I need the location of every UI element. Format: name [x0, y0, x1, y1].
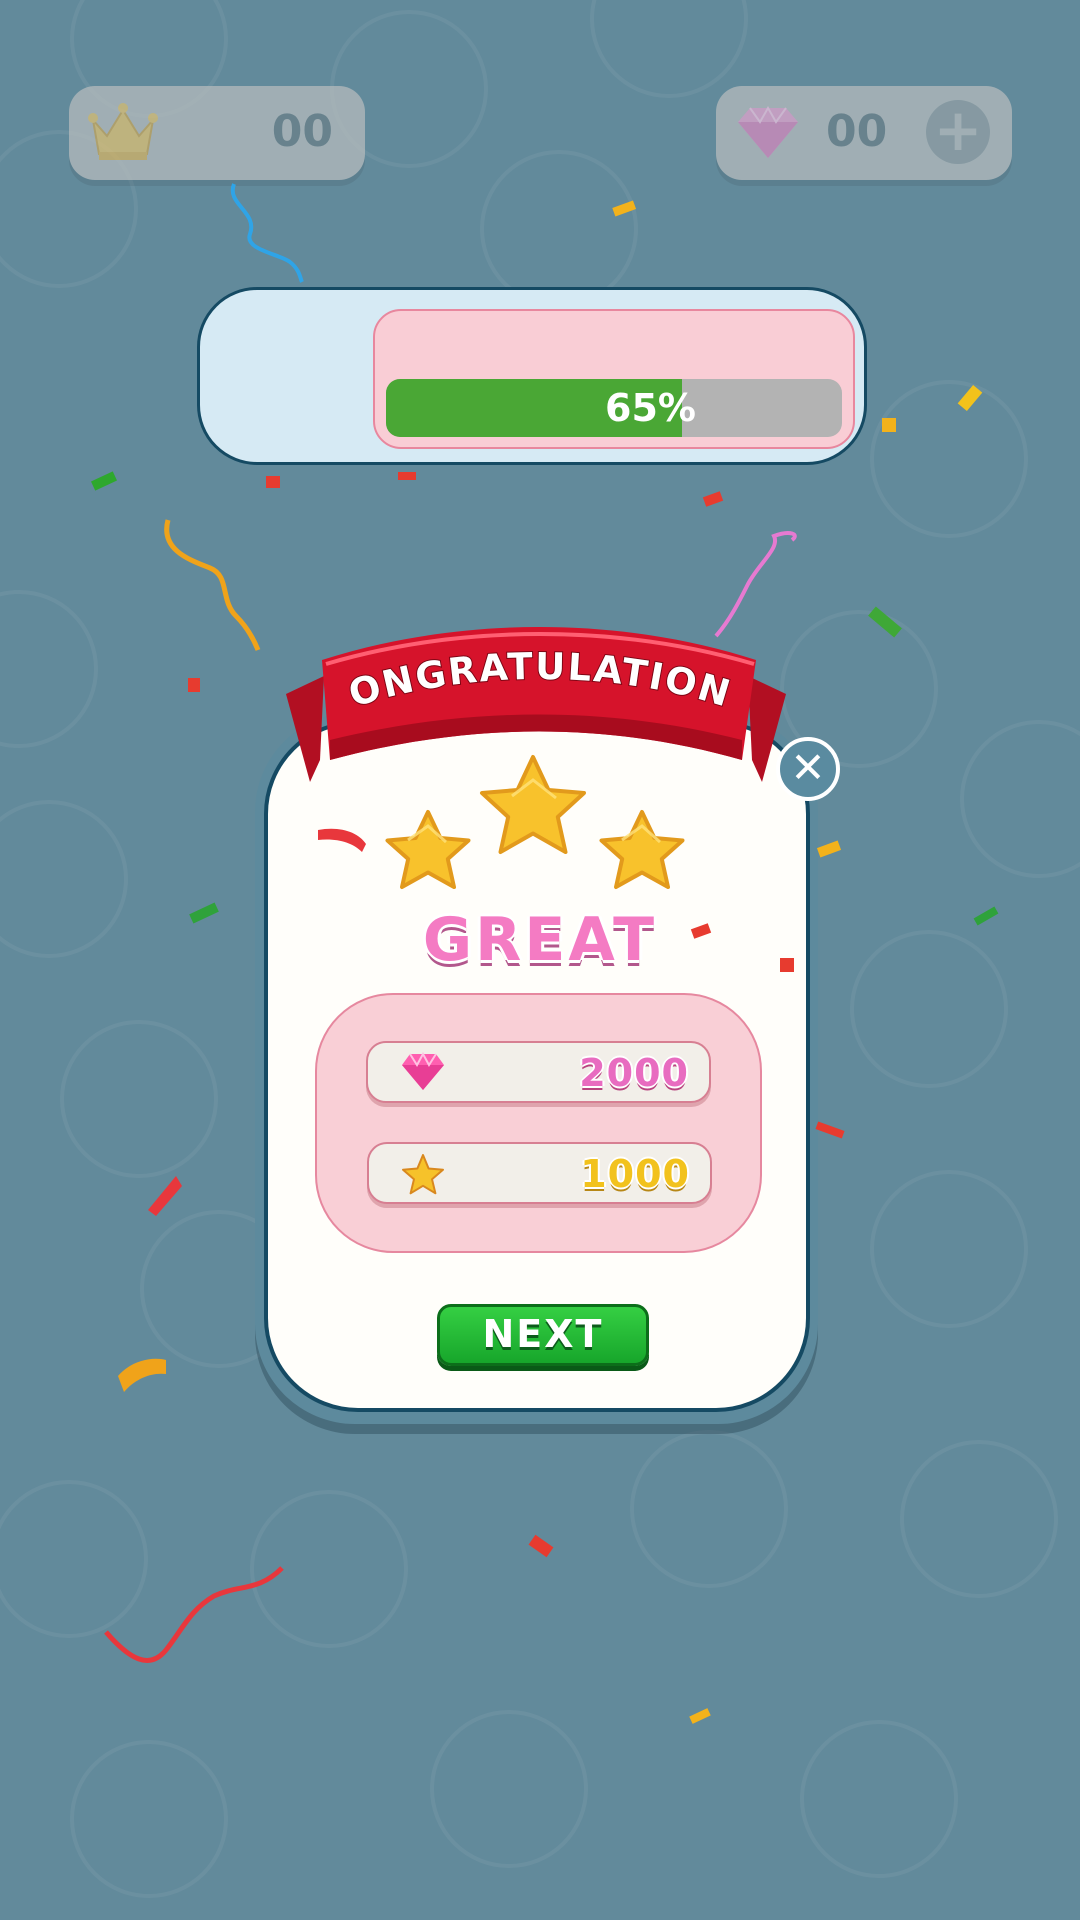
star-right-icon [599, 810, 685, 889]
congratulations-banner: CONGRATULATIONS [0, 0, 786, 782]
earned-stars [385, 755, 685, 889]
decoration-overlay: CONGRATULATIONS [0, 0, 999, 1724]
star-center-icon [480, 755, 586, 854]
game-screen: 00 00 + 65% 2000 1000 GREAT NEXT ✕ ONGRA… [0, 0, 1080, 1920]
star-left-icon [385, 810, 471, 889]
confetti [91, 183, 999, 1724]
banner-title: CONGRATULATIONS [0, 0, 737, 716]
